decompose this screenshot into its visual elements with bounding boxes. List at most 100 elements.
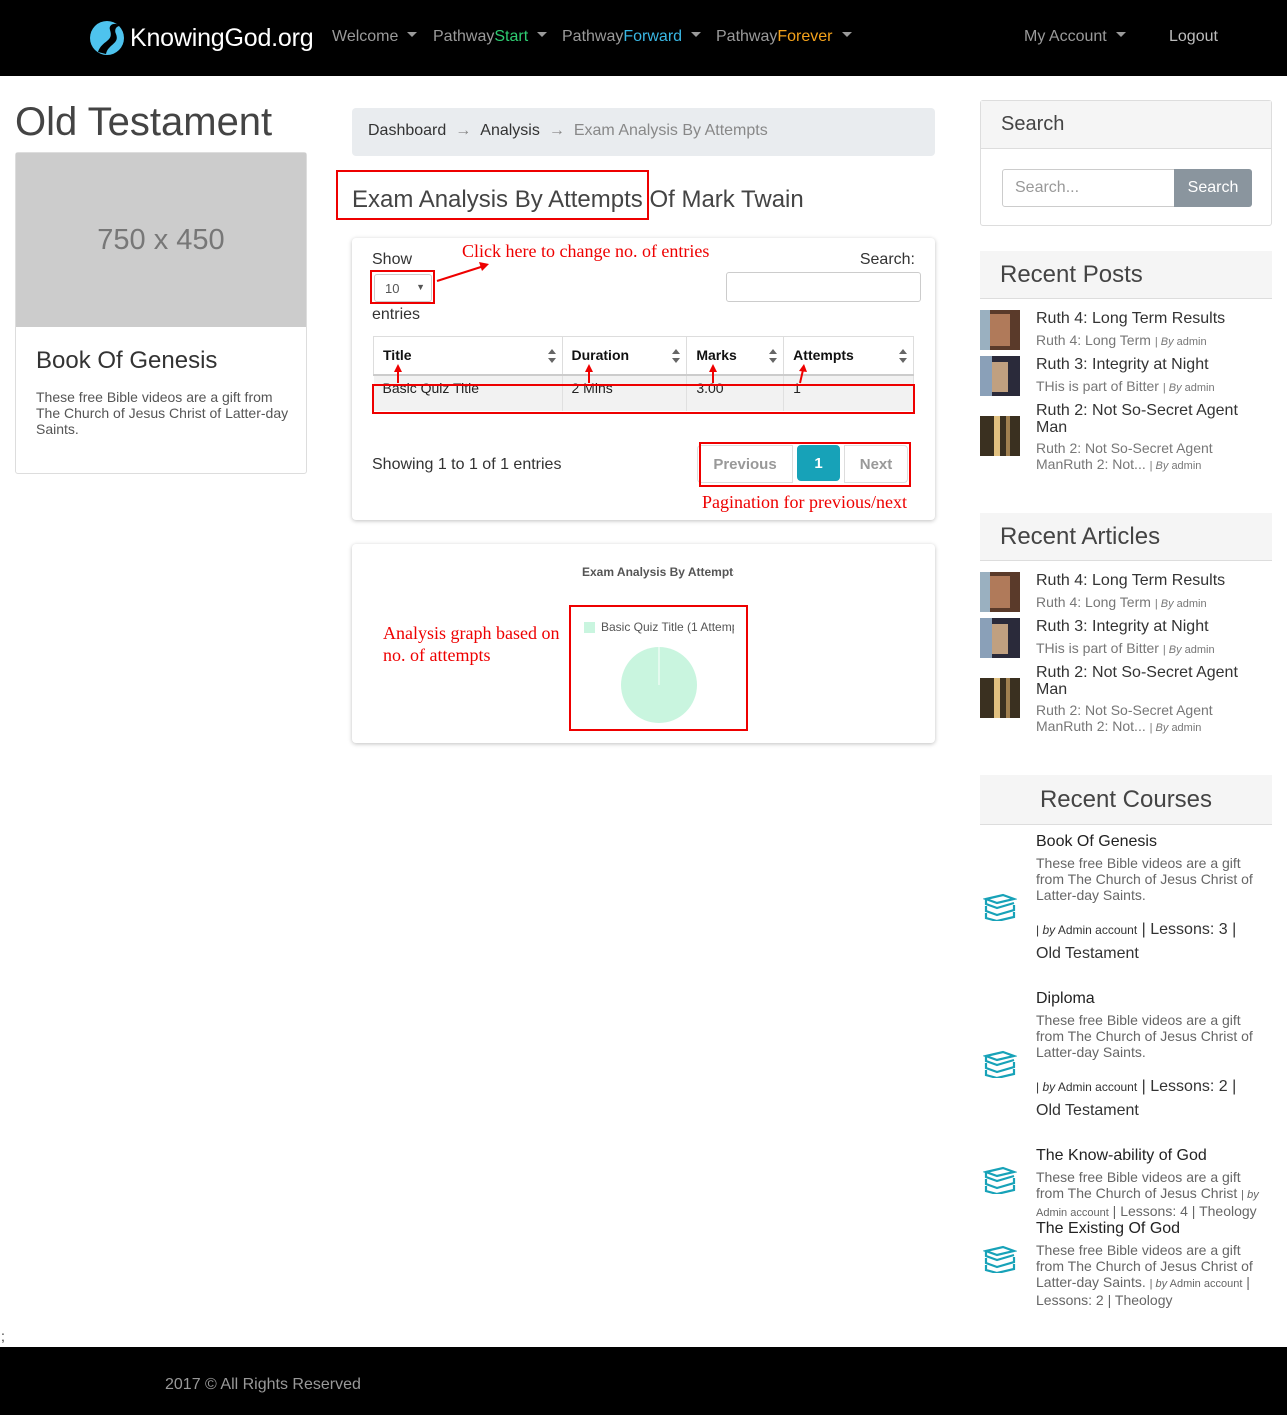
course-lessons: Lessons: 2 <box>1150 1078 1228 1095</box>
post-author[interactable]: admin <box>1171 460 1201 472</box>
column-header-label: Duration <box>571 347 630 364</box>
course-title[interactable]: The Know-ability of God <box>1036 1147 1207 1165</box>
course-author[interactable]: Admin account <box>1036 1207 1109 1219</box>
recent-post-item[interactable]: Ruth 4: Long Term Results Ruth 4: Long T… <box>980 310 1272 350</box>
sidebar-search-input[interactable]: Search... <box>1002 169 1175 207</box>
course-card-text: These free Bible videos are a gift from … <box>36 389 289 437</box>
recent-article-item[interactable]: Ruth 3: Integrity at Night THis is part … <box>980 618 1272 658</box>
article-thumbnail <box>980 572 1020 612</box>
recent-articles-title: Recent Articles <box>980 513 1272 561</box>
course-lessons: Lessons: 4 <box>1120 1203 1188 1219</box>
article-author[interactable]: admin <box>1185 644 1215 656</box>
post-author[interactable]: admin <box>1185 382 1215 394</box>
post-author[interactable]: admin <box>1177 336 1207 348</box>
showing-info: Showing 1 to 1 of 1 entries <box>372 456 562 473</box>
course-title[interactable]: Book Of Genesis <box>1036 833 1157 851</box>
course-card[interactable]: 750 x 450 Book Of Genesis These free Bib… <box>15 152 307 474</box>
post-thumbnail <box>980 310 1020 350</box>
book-stack-icon <box>983 1245 1017 1273</box>
caret-down-icon <box>691 32 702 38</box>
course-title[interactable]: Diploma <box>1036 990 1095 1008</box>
article-title[interactable]: Ruth 2: Not So-Secret Agent Man <box>1036 664 1266 698</box>
by-label: By <box>1168 382 1182 394</box>
annotation-arrow-icon <box>394 364 402 383</box>
annotation-arrow-icon <box>436 262 489 282</box>
course-lessons: Lessons: 2 <box>1036 1292 1104 1308</box>
course-category[interactable]: Old Testament <box>1036 945 1139 962</box>
breadcrumb-dashboard-link[interactable]: Dashboard <box>368 122 446 139</box>
annotation-select-box <box>370 270 435 304</box>
course-card-title[interactable]: Book Of Genesis <box>36 347 217 375</box>
sidebar-search-button[interactable]: Search <box>1174 169 1252 207</box>
article-author[interactable]: admin <box>1171 722 1201 734</box>
post-excerpt: THis is part of Bitter | By admin <box>1036 378 1266 396</box>
top-navbar: KnowingGod.org Welcome PathwayStart Path… <box>0 0 1287 76</box>
post-title[interactable]: Ruth 2: Not So-Secret Agent Man <box>1036 402 1266 436</box>
annotation-graph-note-1: Analysis graph based on <box>383 623 560 643</box>
recent-course-item[interactable]: The Know-ability of God These free Bible… <box>980 1147 1272 1219</box>
course-category[interactable]: Theology <box>1115 1292 1173 1308</box>
nav-pathway-forward-dropdown[interactable]: PathwayForward <box>562 28 702 46</box>
nav-pathway-forever-dropdown[interactable]: PathwayForever <box>716 28 852 46</box>
site-logo[interactable]: KnowingGod.org <box>88 18 314 58</box>
breadcrumb: Dashboard → Analysis → Exam Analysis By Atte… <box>352 108 935 156</box>
article-byline: | By admin <box>1162 644 1215 656</box>
book-stack-icon <box>983 1166 1017 1194</box>
course-author[interactable]: Admin account <box>1058 923 1137 937</box>
article-title[interactable]: Ruth 4: Long Term Results <box>1036 572 1266 589</box>
article-excerpt: Ruth 2: Not So-Secret Agent ManRuth 2: N… <box>1036 702 1266 736</box>
column-header-marks[interactable]: Marks <box>686 336 785 376</box>
by-label: By <box>1160 336 1174 348</box>
course-author[interactable]: Admin account <box>1170 1278 1243 1290</box>
breadcrumb-arrow-icon: → <box>455 122 472 139</box>
post-title[interactable]: Ruth 3: Integrity at Night <box>1036 356 1266 373</box>
nav-my-account-dropdown[interactable]: My Account <box>1024 28 1126 46</box>
breadcrumb-arrow-icon: → <box>548 122 565 139</box>
by-label: By <box>1155 460 1169 472</box>
page-title: Old Testament <box>15 100 273 144</box>
breadcrumb-current: Exam Analysis By Attempts <box>573 122 768 139</box>
exam-heading-user: Of Mark Twain <box>649 186 804 213</box>
article-title[interactable]: Ruth 3: Integrity at Night <box>1036 618 1266 635</box>
article-thumbnail <box>980 678 1020 718</box>
recent-posts-title: Recent Posts <box>980 251 1272 299</box>
course-author[interactable]: Admin account <box>1058 1080 1137 1094</box>
post-excerpt: Ruth 4: Long Term | By admin <box>1036 332 1266 350</box>
breadcrumb-analysis-link[interactable]: Analysis <box>480 122 540 139</box>
course-title[interactable]: The Existing Of God <box>1036 1220 1180 1238</box>
course-description-meta: These free Bible videos are a gift from … <box>1036 1242 1253 1308</box>
course-category[interactable]: Old Testament <box>1036 1102 1139 1119</box>
course-lessons: Lessons: 3 <box>1150 921 1228 938</box>
column-header-label: Marks <box>696 347 737 364</box>
nav-pathway-start-dropdown[interactable]: PathwayStart <box>433 28 548 46</box>
by-label: by <box>1155 1278 1168 1290</box>
footer: 2017 © All Rights Reserved <box>0 1347 1287 1415</box>
annotation-graph-note-2: no. of attempts <box>383 645 491 665</box>
nav-logout-link[interactable]: Logout <box>1169 28 1218 46</box>
post-excerpt-text: THis is part of Bitter <box>1036 378 1159 394</box>
nav-pathway-prefix: Pathway <box>716 28 778 45</box>
post-byline: | By admin <box>1162 382 1215 394</box>
column-header-duration[interactable]: Duration <box>561 336 688 376</box>
nav-welcome-dropdown[interactable]: Welcome <box>332 28 418 46</box>
sort-icon <box>899 349 907 363</box>
post-title[interactable]: Ruth 4: Long Term Results <box>1036 310 1266 327</box>
recent-article-item[interactable]: Ruth 2: Not So-Secret Agent Man Ruth 2: … <box>980 664 1272 736</box>
course-category[interactable]: Theology <box>1199 1203 1257 1219</box>
nav-start-label: Start <box>494 28 529 45</box>
annotation-entries-note: Click here to change no. of entries <box>462 241 710 261</box>
recent-article-item[interactable]: Ruth 4: Long Term Results Ruth 4: Long T… <box>980 572 1272 612</box>
article-byline: | By admin <box>1154 598 1207 610</box>
recent-post-item[interactable]: Ruth 2: Not So-Secret Agent Man Ruth 2: … <box>980 402 1272 474</box>
sort-icon <box>769 349 778 363</box>
recent-course-item[interactable]: Book Of Genesis These free Bible videos … <box>980 833 1272 968</box>
table-search-input[interactable] <box>726 272 921 302</box>
nav-pathway-prefix: Pathway <box>562 28 624 45</box>
column-header-label: Title <box>383 347 412 364</box>
recent-post-item[interactable]: Ruth 3: Integrity at Night THis is part … <box>980 356 1272 396</box>
recent-course-item[interactable]: Diploma These free Bible videos are a gi… <box>980 990 1272 1125</box>
article-author[interactable]: admin <box>1177 598 1207 610</box>
course-meta: | by Admin account | Lessons: 2 | Old Te… <box>1036 1078 1237 1119</box>
recent-course-item[interactable]: The Existing Of God These free Bible vid… <box>980 1220 1272 1308</box>
caret-down-icon <box>407 32 418 38</box>
